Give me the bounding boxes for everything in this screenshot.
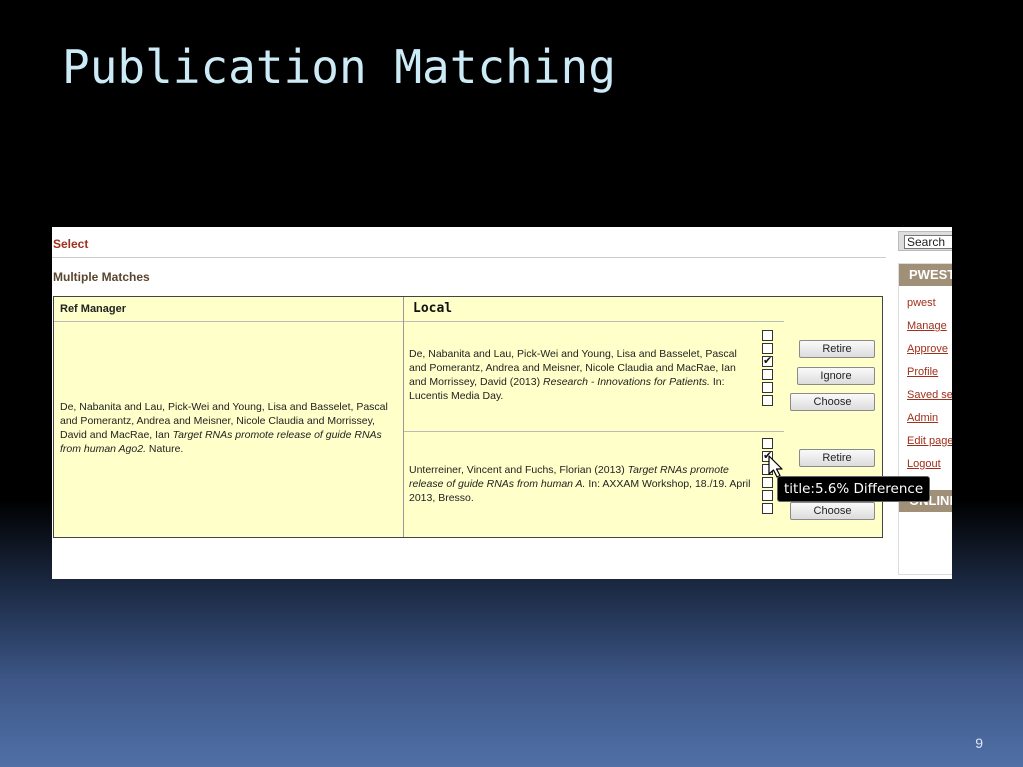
sidebar: PWEST pwest Manage Approve Profile Saved… [898,227,952,579]
row-divider [404,431,784,432]
search-box [898,231,952,251]
manage-link[interactable]: Manage [907,319,952,342]
slide-number: 9 [975,735,983,751]
local-header: Local [413,301,453,316]
retire-button[interactable]: Retire [799,449,875,467]
search-input[interactable] [904,235,952,249]
checkmark-icon: ✔ [763,355,773,367]
admin-link[interactable]: Admin [907,411,952,434]
retire-button[interactable]: Retire [799,340,875,358]
user-panel-header: PWEST [899,264,952,286]
profile-link[interactable]: Profile [907,365,952,388]
difference-tooltip: title:5.6% Difference [777,476,931,502]
match-checkbox[interactable] [762,438,773,449]
divider [52,257,886,258]
web-app-screenshot: Select Multiple Matches Ref Manager Loca… [52,227,952,579]
match-checkbox[interactable] [762,330,773,341]
edit-page-link[interactable]: Edit page [907,434,952,457]
multiple-matches-heading: Multiple Matches [53,270,150,284]
match-checkbox[interactable]: ✔ [762,356,773,367]
ref-manager-citation: De, Nabanita and Lau, Pick-Wei and Young… [60,400,400,456]
match-checkbox[interactable] [762,369,773,380]
citation-title: Research - Innovations for Patients. [543,376,710,388]
slide-title: Publication Matching [62,40,616,94]
saved-searches-link[interactable]: Saved se [907,388,952,411]
header-divider [404,321,784,322]
local-citation: Unterreiner, Vincent and Fuchs, Florian … [409,463,754,505]
choose-button[interactable]: Choose [790,502,875,520]
choose-button[interactable]: Choose [790,393,875,411]
match-checkbox[interactable] [762,490,773,501]
user-links: pwest Manage Approve Profile Saved se Ad… [907,296,952,480]
ignore-button[interactable]: Ignore [797,367,875,385]
match-checkbox[interactable] [762,395,773,406]
citation-authors: Unterreiner, Vincent and Fuchs, Florian … [409,464,628,476]
citation-source: Nature. [146,443,184,455]
match-checkbox[interactable] [762,503,773,514]
match-checkbox[interactable] [762,382,773,393]
approve-link[interactable]: Approve [907,342,952,365]
matches-table: Ref Manager Local De, Nabanita and Lau, … [53,296,883,538]
local-citation: De, Nabanita and Lau, Pick-Wei and Young… [409,347,754,403]
select-heading: Select [53,237,89,251]
user-panel: PWEST pwest Manage Approve Profile Saved… [898,263,952,575]
match-checkbox-group: ✔ [762,330,774,408]
ref-manager-header: Ref Manager [60,303,127,315]
header-divider [54,321,403,322]
match-checkbox[interactable] [762,343,773,354]
column-divider [403,297,404,537]
username: pwest [907,297,936,309]
main-content: Select Multiple Matches Ref Manager Loca… [52,227,894,579]
